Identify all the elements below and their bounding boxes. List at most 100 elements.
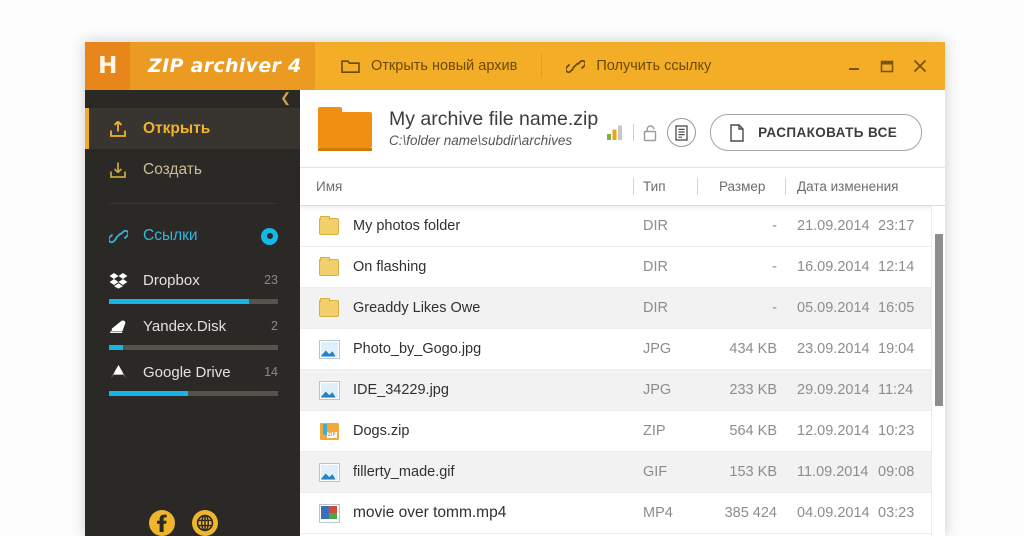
minimize-button[interactable] (847, 60, 863, 72)
file-size: 564 KB (660, 411, 777, 451)
cloud-name: Yandex.Disk (143, 318, 271, 335)
dropbox-icon (109, 272, 131, 289)
bar-chart-icon[interactable] (607, 125, 624, 140)
table-row[interactable]: IDE_34229.jpg JPG 233 KB 29.09.2014 11:2… (300, 370, 945, 411)
file-time: 12:14 (878, 247, 914, 287)
sidebar-cloud-dropbox[interactable]: Dropbox 23 (85, 268, 300, 304)
file-name: Greaddy Likes Owe (353, 288, 480, 328)
sidebar-divider (109, 203, 276, 204)
file-date: 21.09.2014 (797, 206, 870, 246)
file-time: 19:04 (878, 329, 914, 369)
archive-header-icons (607, 118, 696, 147)
logo-letter: H (98, 53, 117, 79)
vertical-scrollbar[interactable] (931, 206, 945, 536)
cloud-line: Dropbox 23 (109, 268, 278, 292)
file-date: 16.09.2014 (797, 247, 870, 287)
globe-icon[interactable] (192, 510, 218, 536)
table-row[interactable]: Greaddy Likes Owe DIR - 05.09.2014 16:05 (300, 288, 945, 329)
cloud-count: 23 (264, 273, 278, 287)
archive-title-block: My archive file name.zip C:\folder name\… (389, 107, 598, 150)
file-time: 23:17 (878, 206, 914, 246)
open-new-archive-button[interactable]: Открыть новый архив (337, 53, 521, 79)
link-icon (566, 58, 585, 75)
sidebar-links-label: Ссылки (143, 227, 261, 245)
folder-icon (318, 107, 372, 151)
settings-gear-icon[interactable] (261, 228, 278, 245)
toolbar-divider (541, 54, 542, 78)
page-root: H ZIP archiver 4 Открыть новый архив (0, 0, 1024, 536)
file-name: fillerty_made.gif (353, 452, 455, 492)
get-link-button[interactable]: Получить ссылку (562, 53, 715, 80)
image-icon (316, 329, 342, 369)
file-size: - (660, 247, 777, 287)
google-drive-icon (109, 364, 131, 380)
social-links (149, 510, 218, 536)
file-name: Photo_by_Gogo.jpg (353, 329, 481, 369)
column-header-name[interactable]: Имя (316, 179, 342, 194)
file-date: 04.09.2014 (797, 493, 870, 533)
folder-icon (316, 206, 342, 246)
sidebar-item-create-label: Создать (143, 161, 202, 179)
lock-open-icon[interactable] (643, 124, 658, 142)
file-time: 09:08 (878, 452, 914, 492)
table-row[interactable]: movie over tomm.mp4 MP4 385 424 04.09.20… (300, 493, 945, 534)
table-row[interactable]: My photos folder DIR - 21.09.2014 23:17 (300, 206, 945, 247)
column-header-size[interactable]: Размер (719, 179, 765, 194)
video-icon (316, 493, 342, 533)
progress-fill (109, 345, 123, 350)
unpack-all-button[interactable]: РАСПАКОВАТЬ ВСЕ (710, 114, 922, 151)
cloud-name: Dropbox (143, 272, 264, 289)
file-date: 12.09.2014 (797, 411, 870, 451)
open-new-archive-label: Открыть новый архив (371, 58, 517, 74)
file-name: Dogs.zip (353, 411, 409, 451)
folder-icon (316, 247, 342, 287)
file-size: 233 KB (660, 370, 777, 410)
brand-area: ZIP archiver 4 (130, 42, 315, 90)
progress-track (109, 299, 278, 304)
file-name: IDE_34229.jpg (353, 370, 449, 410)
yandex-disk-icon (109, 319, 131, 334)
column-header-type[interactable]: Тип (643, 179, 666, 194)
file-date: 29.09.2014 (797, 370, 870, 410)
file-name: movie over tomm.mp4 (353, 493, 506, 533)
facebook-icon[interactable] (149, 510, 175, 536)
brand-title: ZIP archiver 4 (148, 55, 302, 77)
scrollbar-thumb[interactable] (935, 234, 943, 406)
table-row[interactable]: Photo_by_Gogo.jpg JPG 434 KB 23.09.2014 … (300, 329, 945, 370)
sidebar-item-open-label: Открыть (143, 120, 210, 138)
close-button[interactable] (913, 59, 929, 73)
file-date: 05.09.2014 (797, 288, 870, 328)
sidebar-item-create[interactable]: Создать (85, 149, 300, 190)
sidebar-cloud-yandex-disk[interactable]: Yandex.Disk 2 (85, 314, 300, 350)
file-size: 434 KB (660, 329, 777, 369)
file-time: 11:24 (878, 370, 913, 410)
title-bar: H ZIP archiver 4 Открыть новый архив (85, 42, 945, 90)
folder-icon (316, 288, 342, 328)
cloud-line: Google Drive 14 (109, 360, 278, 384)
sidebar-cloud-google-drive[interactable]: Google Drive 14 (85, 360, 300, 396)
table-row[interactable]: On flashing DIR - 16.09.2014 12:14 (300, 247, 945, 288)
progress-fill (109, 391, 188, 396)
column-divider (633, 178, 634, 195)
column-header-date[interactable]: Дата изменения (797, 179, 898, 194)
archive-name: My archive file name.zip (389, 107, 598, 131)
maximize-button[interactable] (880, 60, 896, 73)
chevron-left-icon[interactable]: ❮ (280, 90, 291, 106)
file-list: My photos folder DIR - 21.09.2014 23:17 … (300, 206, 945, 536)
file-size: 153 KB (660, 452, 777, 492)
sidebar-item-open[interactable]: Открыть (85, 108, 300, 149)
sidebar-item-links[interactable]: Ссылки (85, 214, 300, 258)
archive-path: C:\folder name\subdir\archives (389, 131, 598, 150)
get-link-label: Получить ссылку (596, 58, 711, 74)
document-icon[interactable] (667, 118, 696, 147)
app-logo: H (85, 42, 130, 90)
folder-open-icon (341, 58, 360, 74)
window-controls (847, 42, 945, 90)
file-time: 10:23 (878, 411, 914, 451)
archive-header: My archive file name.zip C:\folder name\… (300, 90, 945, 168)
titlebar-actions: Открыть новый архив Получить ссылку (315, 42, 847, 90)
image-icon (316, 370, 342, 410)
gear-center (267, 233, 273, 239)
table-row[interactable]: ZIP Dogs.zip ZIP 564 KB 12.09.2014 10:23 (300, 411, 945, 452)
table-row[interactable]: fillerty_made.gif GIF 153 KB 11.09.2014 … (300, 452, 945, 493)
